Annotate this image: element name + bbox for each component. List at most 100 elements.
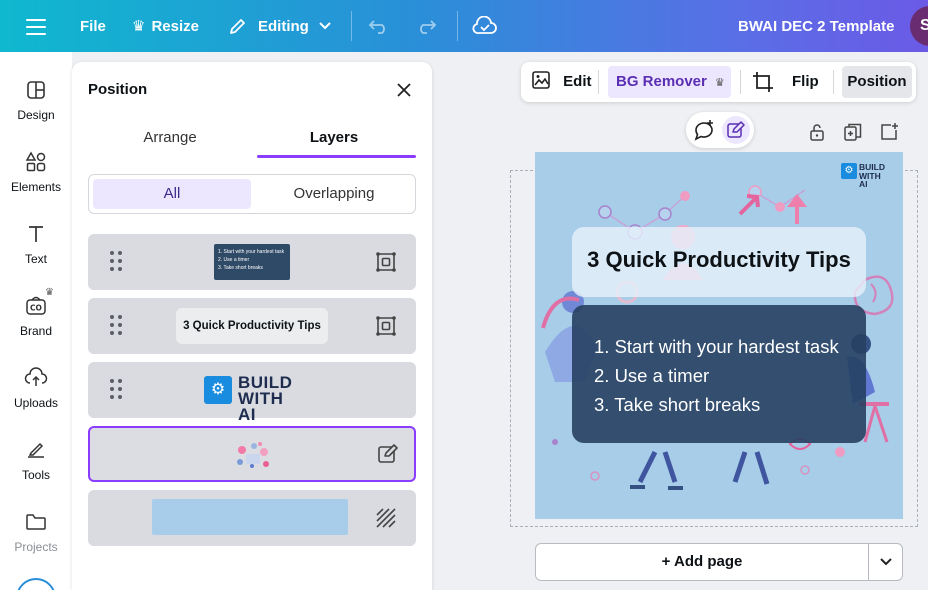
add-page-options[interactable] bbox=[868, 543, 903, 581]
brand-logo-text: BUILD bbox=[859, 162, 885, 172]
layer-filter: All Overlapping bbox=[88, 174, 416, 214]
svg-text:CO: CO bbox=[30, 304, 42, 313]
layer-thumbnail bbox=[152, 499, 348, 535]
rail-projects[interactable]: Projects bbox=[0, 510, 72, 554]
thumb-text: 3. Take short breaks bbox=[218, 265, 263, 271]
rail-uploads-label: Uploads bbox=[13, 396, 59, 410]
edit-image-button[interactable]: Edit bbox=[531, 66, 592, 98]
layer-thumbnail: 3 Quick Productivity Tips bbox=[176, 308, 328, 344]
chevron-down-icon bbox=[880, 558, 892, 566]
design-title[interactable]: 3 Quick Productivity Tips bbox=[572, 227, 866, 297]
layer-row-illustration[interactable] bbox=[88, 426, 416, 482]
tools-icon bbox=[28, 442, 44, 458]
rail-design[interactable]: Design bbox=[0, 78, 72, 122]
drag-handle-icon[interactable] bbox=[110, 315, 124, 337]
layer-thumbnail: ⚙ BUILD WITH AI bbox=[202, 372, 302, 423]
chevron-down-icon bbox=[319, 22, 331, 30]
layer-row-background[interactable] bbox=[88, 490, 416, 546]
divider bbox=[457, 11, 458, 41]
panel-title: Position bbox=[88, 81, 148, 98]
design-canvas[interactable]: ⚙ BUILD WITH AI 3 Quick Productivity Tip… bbox=[535, 152, 903, 519]
crown-icon: ♛ bbox=[132, 18, 146, 35]
elements-icon bbox=[25, 151, 46, 172]
rail-projects-label: Projects bbox=[14, 540, 58, 554]
gear-icon: ⚙ bbox=[841, 163, 857, 179]
gear-icon: ⚙ bbox=[204, 376, 232, 404]
drag-handle-icon[interactable] bbox=[110, 379, 124, 401]
resize-label: Resize bbox=[151, 17, 199, 35]
floating-actions bbox=[686, 112, 754, 148]
tips-list[interactable]: 1. Start with your hardest task 2. Use a… bbox=[572, 305, 866, 443]
top-bar: File ♛ Resize Editing BWAI DEC 2 Templat… bbox=[0, 0, 928, 52]
position-button[interactable]: Position bbox=[842, 66, 912, 98]
edit-icon[interactable] bbox=[376, 442, 400, 466]
layer-row-title[interactable]: 3 Quick Productivity Tips bbox=[88, 298, 416, 354]
position-panel: Position Arrange Layers All Overlapping … bbox=[72, 62, 432, 590]
file-menu[interactable]: File bbox=[80, 0, 106, 52]
duplicate-page-icon[interactable] bbox=[843, 122, 863, 142]
edit-label: Edit bbox=[563, 73, 592, 90]
rail-elements-label: Elements bbox=[10, 180, 62, 194]
rail-elements[interactable]: Elements bbox=[0, 150, 72, 194]
divider bbox=[598, 70, 599, 94]
drag-handle-icon[interactable] bbox=[110, 251, 124, 273]
tip-item: 1. Start with your hardest task bbox=[594, 336, 839, 357]
bg-remover-button[interactable]: BG Remover ♛ bbox=[608, 66, 731, 98]
comment-add-icon[interactable] bbox=[692, 118, 716, 142]
rail-design-label: Design bbox=[17, 108, 55, 122]
rail-uploads[interactable]: Uploads bbox=[0, 366, 72, 410]
layer-row-logo[interactable]: ⚙ BUILD WITH AI bbox=[88, 362, 416, 423]
rail-tools-label: Tools bbox=[21, 468, 50, 482]
tab-layers[interactable]: Layers bbox=[252, 122, 416, 158]
projects-icon bbox=[26, 514, 46, 530]
rail-brand[interactable]: ♛ CO Brand bbox=[0, 287, 72, 338]
tip-item: 3. Take short breaks bbox=[594, 394, 761, 415]
tab-arrange[interactable]: Arrange bbox=[88, 122, 252, 158]
thumb-text: 1. Start with your hardest task bbox=[218, 249, 285, 255]
editing-mode-button[interactable]: Editing bbox=[228, 0, 331, 52]
layer-thumbnail: 1. Start with your hardest task 2. Use a… bbox=[214, 244, 290, 280]
crop-icon[interactable] bbox=[751, 66, 775, 98]
select-element-icon[interactable] bbox=[374, 314, 398, 338]
rail-text-label: Text bbox=[24, 252, 47, 266]
flip-button[interactable]: Flip bbox=[792, 66, 819, 98]
left-rail: Design Elements Text ♛ CO Brand Uploads … bbox=[0, 52, 72, 590]
magic-edit-button[interactable] bbox=[722, 116, 750, 144]
layer-thumbnail bbox=[237, 442, 269, 468]
uploads-icon bbox=[24, 367, 48, 386]
add-page-icon[interactable] bbox=[879, 122, 899, 142]
brand-logo-text: WITH AI bbox=[859, 171, 881, 189]
layer-row-list[interactable]: 1. Start with your hardest task 2. Use a… bbox=[88, 234, 416, 290]
select-element-icon[interactable] bbox=[374, 250, 398, 274]
tip-item: 2. Use a timer bbox=[594, 365, 710, 386]
logo-text: WITH AI bbox=[238, 389, 284, 424]
design-icon bbox=[27, 81, 45, 99]
menu-icon[interactable] bbox=[24, 14, 48, 38]
cloud-saved-icon[interactable] bbox=[472, 0, 498, 52]
resize-button[interactable]: ♛ Resize bbox=[132, 0, 199, 52]
close-icon[interactable] bbox=[394, 80, 414, 100]
crown-icon: ♛ bbox=[45, 287, 54, 298]
undo-icon[interactable] bbox=[368, 0, 390, 52]
filter-all-button[interactable]: All bbox=[93, 179, 251, 209]
context-toolbar: Edit BG Remover ♛ Flip Position bbox=[521, 62, 916, 102]
editing-label: Editing bbox=[258, 17, 309, 35]
panel-tabs: Arrange Layers bbox=[88, 122, 416, 158]
redo-icon[interactable] bbox=[415, 0, 437, 52]
document-title[interactable]: BWAI DEC 2 Template bbox=[738, 0, 894, 52]
add-page-button[interactable]: + Add page bbox=[535, 543, 869, 581]
divider bbox=[351, 11, 352, 41]
divider bbox=[833, 70, 834, 94]
rail-text[interactable]: Text bbox=[0, 222, 72, 266]
pencil-icon bbox=[230, 19, 245, 34]
lock-icon[interactable] bbox=[807, 122, 827, 142]
thumb-text: 2. Use a timer bbox=[218, 257, 250, 263]
transparency-icon[interactable] bbox=[374, 506, 398, 530]
filter-overlapping-button[interactable]: Overlapping bbox=[255, 179, 413, 209]
image-edit-icon bbox=[532, 71, 550, 89]
rail-tools[interactable]: Tools bbox=[0, 438, 72, 482]
divider bbox=[740, 70, 741, 94]
text-icon bbox=[29, 226, 43, 242]
avatar[interactable]: S bbox=[910, 6, 928, 46]
brand-logo[interactable]: ⚙ BUILD WITH AI bbox=[841, 162, 891, 188]
